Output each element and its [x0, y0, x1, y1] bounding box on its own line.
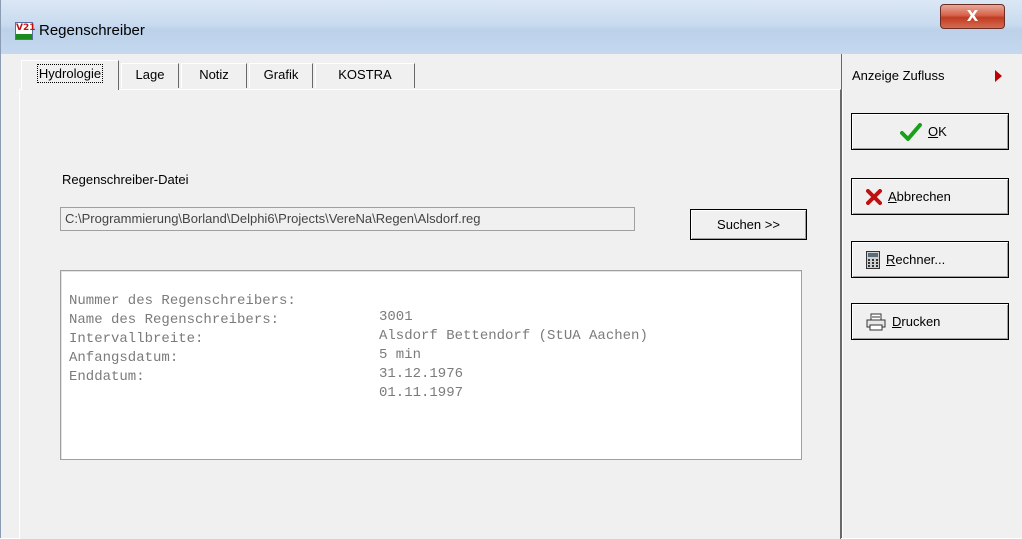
info-row: Enddatum: 01.11.1997: [69, 353, 463, 401]
show-inflow-label: Anzeige Zufluss: [852, 68, 945, 83]
side-divider: [842, 89, 843, 538]
info-value: 31.12.1976: [379, 366, 464, 382]
triangle-right-icon: [995, 70, 1002, 82]
title-bar[interactable]: V21 Regenschreiber X: [1, 0, 1022, 54]
tab-grafik[interactable]: Grafik: [249, 63, 313, 88]
dialog-client: Hydrologie Lage Notiz Grafik KOSTRA Rege…: [9, 54, 1017, 539]
tab-lage-label: Lage: [135, 67, 165, 82]
info-value: 01.11.1997: [379, 385, 464, 401]
calculator-mnemonic: R: [886, 252, 896, 267]
info-memo[interactable]: Nummer des Regenschreibers: 3001 Name de…: [60, 270, 802, 460]
tab-kostra[interactable]: KOSTRA: [315, 63, 415, 88]
tab-hydrologie-label: Hydrologie: [36, 64, 104, 83]
tab-grafik-label: Grafik: [263, 67, 299, 82]
tab-hydrologie[interactable]: Hydrologie: [21, 60, 119, 90]
cancel-button[interactable]: Abbrechen: [851, 178, 1009, 215]
print-label: rucken: [901, 314, 941, 329]
ok-button[interactable]: OK: [851, 113, 1009, 150]
tab-lage[interactable]: Lage: [121, 63, 179, 88]
info-value: 5 min: [379, 347, 422, 363]
browse-button[interactable]: Suchen >>: [690, 209, 807, 240]
calculator-icon: [866, 250, 880, 269]
x-icon: [866, 188, 882, 205]
info-row: Nummer des Regenschreibers: 3001: [69, 277, 413, 325]
printer-icon: [866, 313, 886, 331]
file-label: Regenschreiber-Datei: [62, 172, 189, 187]
window-title: Regenschreiber: [39, 22, 145, 39]
close-button[interactable]: X: [940, 4, 1005, 29]
show-inflow-toggle[interactable]: Anzeige Zufluss: [842, 62, 1012, 89]
info-row: Intervallbreite: 5 min: [69, 315, 421, 363]
close-icon: X: [966, 7, 979, 25]
ok-mnemonic: O: [928, 124, 939, 139]
print-mnemonic: D: [892, 314, 902, 329]
tab-page-hydrologie: Regenschreiber-Datei C:\Programmierung\B…: [19, 89, 841, 539]
app-icon-strip: [16, 34, 32, 39]
file-path-field[interactable]: C:\Programmierung\Borland\Delphi6\Projec…: [60, 207, 635, 231]
info-value: 3001: [379, 309, 413, 325]
window: V21 Regenschreiber X Hydrologie Lage Not…: [0, 0, 1022, 539]
info-key: Enddatum:: [69, 369, 145, 385]
info-value: Alsdorf Bettendorf (StUA Aachen): [379, 328, 648, 344]
info-row: Name des Regenschreibers: Alsdorf Betten…: [69, 296, 648, 344]
tab-notiz[interactable]: Notiz: [181, 63, 247, 88]
check-icon: [900, 122, 922, 141]
ok-label: K: [938, 124, 947, 139]
info-row: Anfangsdatum: 31.12.1976: [69, 334, 463, 382]
app-icon-text: V21: [16, 23, 36, 33]
cancel-mnemonic: A: [888, 189, 897, 204]
calculator-button[interactable]: Rechner...: [851, 241, 1009, 278]
tab-kostra-label: KOSTRA: [338, 67, 392, 82]
calculator-label: echner...: [895, 252, 946, 267]
tab-notiz-label: Notiz: [199, 67, 229, 82]
app-icon: V21: [15, 22, 36, 40]
print-button[interactable]: Drucken: [851, 303, 1009, 340]
cancel-label: bbrechen: [896, 189, 951, 204]
